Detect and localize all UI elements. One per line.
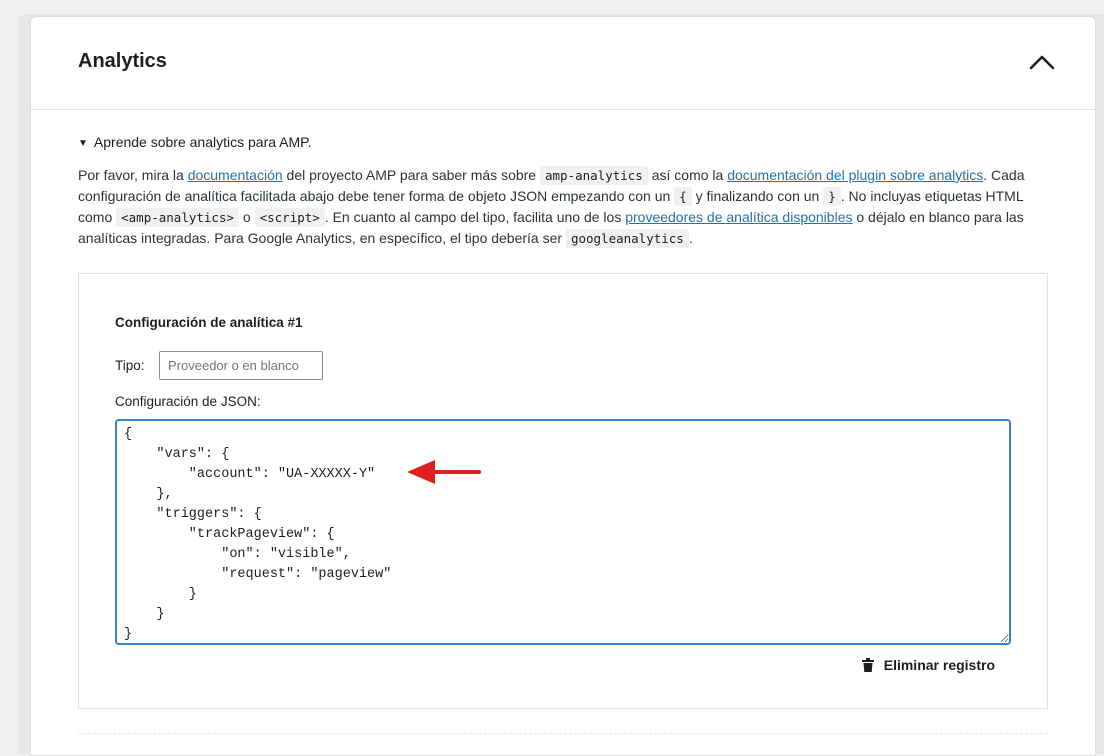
collapse-button[interactable]	[1027, 47, 1057, 77]
json-config-label: Configuración de JSON:	[115, 394, 261, 409]
type-input[interactable]	[159, 351, 323, 380]
delete-entry-button[interactable]: Eliminar registro	[861, 657, 995, 673]
trash-icon	[861, 658, 874, 672]
details-summary-label: Aprende sobre analytics para AMP.	[93, 134, 312, 150]
next-entry-edge	[78, 733, 1048, 744]
description-text: así como la	[647, 167, 728, 183]
json-config-textarea[interactable]	[115, 419, 1011, 645]
analytics-section-card: Analytics ▼ Aprende sobre analytics para …	[30, 16, 1096, 756]
red-arrow-annotation	[407, 460, 481, 484]
code-open-brace: {	[674, 187, 692, 206]
description-text: del proyecto AMP para saber más sobre	[282, 167, 540, 183]
entry-title: Configuración de analítica #1	[115, 315, 303, 330]
code-close-brace: }	[823, 187, 841, 206]
code-amp-analytics-tag: <amp-analytics>	[116, 208, 240, 227]
delete-entry-label: Eliminar registro	[883, 657, 995, 673]
details-summary-toggle[interactable]: ▼ Aprende sobre analytics para AMP.	[78, 134, 312, 150]
analytics-vendors-link[interactable]: proveedores de analítica disponibles	[625, 209, 852, 225]
description-text: o	[239, 209, 255, 225]
amp-documentation-link[interactable]: documentación	[188, 167, 283, 183]
disclosure-triangle-icon: ▼	[78, 138, 88, 149]
section-title: Analytics	[78, 50, 167, 72]
type-label: Tipo:	[115, 358, 145, 373]
code-googleanalytics: googleanalytics	[565, 229, 689, 248]
description-text: Por favor, mira la	[78, 167, 188, 183]
description-text: .	[688, 230, 693, 246]
plugin-documentation-link[interactable]: documentación del plugin sobre analytics	[727, 167, 983, 183]
description-text: y finalizando con un	[691, 188, 824, 204]
analytics-description: Por favor, mira la documentación del pro…	[78, 165, 1058, 249]
code-script-tag: <script>	[254, 208, 325, 227]
section-header[interactable]: Analytics	[31, 17, 1095, 110]
code-amp-analytics: amp-analytics	[539, 166, 648, 185]
description-text: . En cuanto al campo del tipo, facilita …	[324, 209, 626, 225]
chevron-up-icon	[1029, 55, 1055, 70]
analytics-entry: Configuración de analítica #1 Tipo: Conf…	[78, 273, 1048, 709]
